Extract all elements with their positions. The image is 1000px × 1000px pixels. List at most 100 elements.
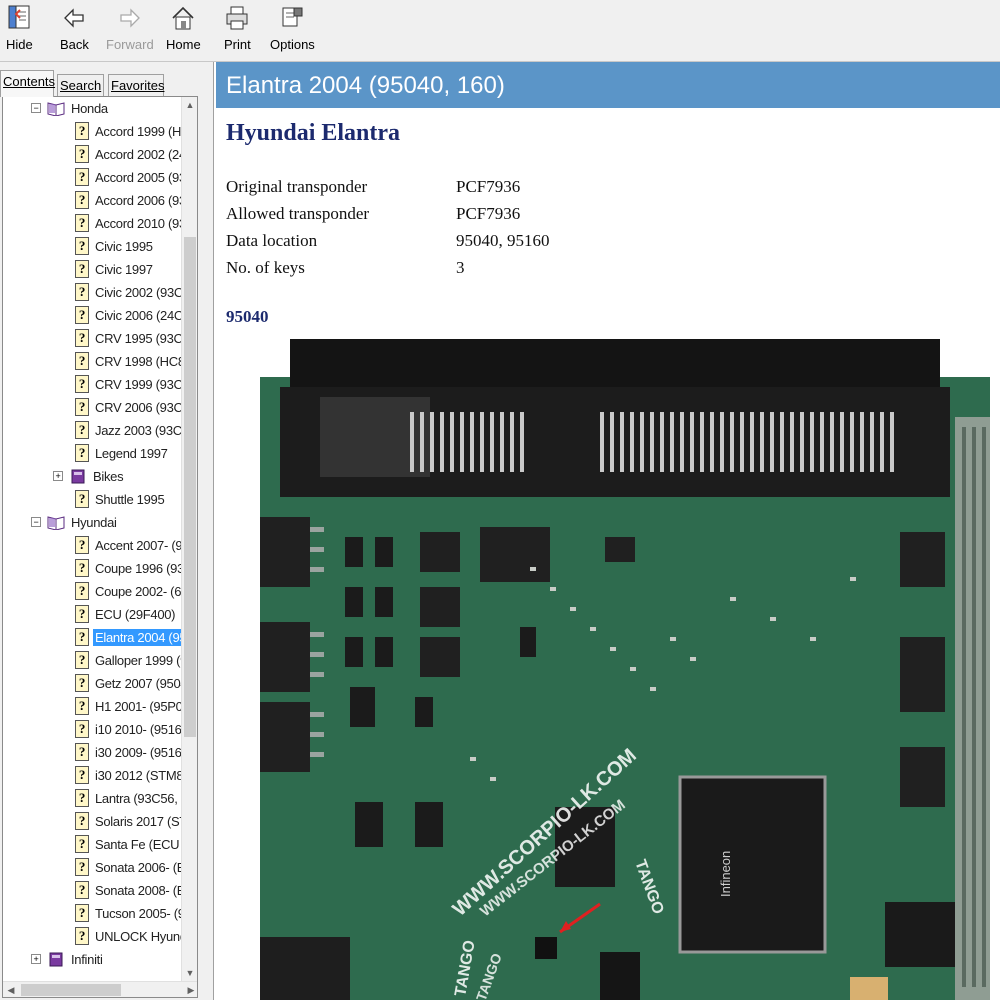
tree-item-label: Getz 2007 (9504 (95, 675, 183, 691)
tree-item[interactable]: ? Civic 1997 (75, 258, 155, 280)
vertical-scrollbar[interactable]: ▲ ▼ (181, 97, 197, 981)
help-page-icon: ? (75, 697, 89, 715)
help-page-icon: ? (75, 444, 89, 462)
help-page-icon: ? (75, 858, 89, 876)
tree-item[interactable]: ? H1 2001- (95P0 (75, 695, 183, 717)
home-button[interactable]: Home (166, 4, 201, 58)
tree-item[interactable]: ? Solaris 2017 (ST (75, 810, 183, 832)
options-button[interactable]: Options (270, 4, 315, 58)
tree-folder[interactable]: − Honda (31, 97, 110, 119)
help-page-icon: ? (75, 191, 89, 209)
help-page-icon: ? (75, 743, 89, 761)
scroll-right-arrow-icon[interactable]: ▶ (183, 982, 197, 997)
tree-item[interactable]: ? i30 2009- (9516 (75, 741, 183, 763)
prop-label-data-location: Data location (226, 231, 318, 250)
tree-item-label: i10 2010- (9516 (95, 721, 182, 737)
tree-item-label: Accord 2010 (93 (95, 215, 183, 231)
horizontal-scrollbar[interactable]: ◀ ▶ (3, 981, 197, 997)
help-page-icon: ? (75, 881, 89, 899)
vertical-scrollbar-thumb[interactable] (184, 237, 196, 737)
collapse-icon[interactable]: − (31, 103, 41, 113)
tree-item[interactable]: ? CRV 1998 (HC8 (75, 350, 183, 372)
tree-folder[interactable]: − Hyundai (31, 511, 119, 533)
scroll-down-arrow-icon[interactable]: ▼ (182, 965, 197, 981)
tree-item-label: Accord 2002 (24 (95, 146, 183, 162)
tree-item-label: Bikes (93, 468, 124, 484)
tree-item[interactable]: ? CRV 1999 (93C4 (75, 373, 183, 395)
topic-header-bar: Elantra 2004 (95040, 160) (216, 62, 1000, 108)
tree-item[interactable]: ? UNLOCK Hyund (75, 925, 183, 947)
tree-item[interactable]: ? Accord 1999 (HC (75, 120, 183, 142)
scroll-up-arrow-icon[interactable]: ▲ (182, 97, 197, 113)
tree-item[interactable]: ? Accord 2005 (93 (75, 166, 183, 188)
tree-folder[interactable]: + Infiniti (31, 948, 105, 970)
back-label: Back (60, 37, 89, 52)
tree-item-label: ECU (29F400) (95, 606, 176, 622)
tree-item[interactable]: ? Coupe 1996 (93 (75, 557, 183, 579)
scroll-left-arrow-icon[interactable]: ◀ (3, 982, 19, 997)
help-page-icon: ? (75, 536, 89, 554)
tree-item[interactable]: ? Accord 2010 (93 (75, 212, 183, 234)
tab-search[interactable]: Search (57, 74, 104, 96)
tree-item[interactable]: ? CRV 1995 (93C4 (75, 327, 183, 349)
back-arrow-icon (64, 8, 85, 28)
tree-item[interactable]: ? Getz 2007 (9504 (75, 672, 183, 694)
hide-button[interactable]: Hide (6, 4, 33, 58)
collapse-icon[interactable]: − (31, 517, 41, 527)
tree-item-label: i30 2012 (STM8 (95, 767, 183, 783)
tree-item-label: Civic 1997 (95, 261, 153, 277)
contents-tree-panel: − Honda? Accord 1999 (HC? Accord 2002 (24? A… (2, 96, 198, 998)
horizontal-scrollbar-thumb[interactable] (21, 984, 121, 996)
prop-value-allowed: PCF7936 (456, 204, 521, 223)
tree-item-label: Coupe 1996 (93 (95, 560, 183, 576)
help-page-icon: ? (75, 766, 89, 784)
tree-item-label: Galloper 1999 (9 (95, 652, 183, 668)
forward-label: Forward (106, 37, 154, 52)
print-button[interactable]: Print (224, 4, 251, 58)
toolbar: Hide Back Forward Home Print Options (0, 0, 1000, 62)
expand-icon[interactable]: + (31, 954, 41, 964)
tree-item-label: Lantra (93C56, 6 (95, 790, 183, 806)
tree-item[interactable]: ? Lantra (93C56, 6 (75, 787, 183, 809)
tab-favorites[interactable]: Favorites (108, 74, 164, 96)
tree-item[interactable]: ? Civic 1995 (75, 235, 155, 257)
tree-item[interactable]: ? Tucson 2005- (9 (75, 902, 183, 924)
tree-item[interactable]: ? Accord 2002 (24 (75, 143, 183, 165)
forward-button[interactable]: Forward (106, 4, 154, 58)
tree-item[interactable]: ? Coupe 2002- (68 (75, 580, 183, 602)
tree-item[interactable]: ? Civic 2006 (24C0 (75, 304, 183, 326)
help-page-icon: ? (75, 835, 89, 853)
tree-item[interactable]: ? Sonata 2008- (E (75, 879, 183, 901)
tree-item[interactable]: ? Legend 1997 (75, 442, 170, 464)
print-label: Print (224, 37, 251, 52)
tree-item[interactable]: ? Elantra 2004 (95 (75, 626, 183, 648)
tree-item[interactable]: ? Accord 2006 (93 (75, 189, 183, 211)
options-label: Options (270, 37, 315, 52)
tree-item-label: Civic 1995 (95, 238, 153, 254)
help-page-icon: ? (75, 812, 89, 830)
tree-item[interactable]: ? i10 2010- (9516 (75, 718, 183, 740)
chip-brand-label: Infineon (718, 851, 733, 897)
tree-folder[interactable]: + Bikes (53, 465, 125, 487)
tree-item[interactable]: ? Sonata 2006- (E (75, 856, 183, 878)
tree-item-label: Tucson 2005- (9 (95, 905, 183, 921)
tree-item[interactable]: ? Santa Fe (ECU S (75, 833, 183, 855)
prop-value-data-location: 95040, 95160 (456, 231, 550, 250)
tree-item[interactable]: ? Civic 2002 (93C4 (75, 281, 183, 303)
tree-item[interactable]: ? Accent 2007- (9 (75, 534, 183, 556)
closed-book-icon (71, 469, 85, 484)
tree-item[interactable]: ? CRV 2006 (93C9 (75, 396, 183, 418)
tree-item[interactable]: ? Shuttle 1995 (75, 488, 166, 510)
tree-item-label: Accord 1999 (HC (95, 123, 183, 139)
nav-tabs: Contents Search Favorites (0, 70, 214, 97)
tree-item[interactable]: ? Jazz 2003 (93C4 (75, 419, 183, 441)
tree-item[interactable]: ? i30 2012 (STM8 (75, 764, 183, 786)
expand-icon[interactable]: + (53, 471, 63, 481)
back-button[interactable]: Back (60, 4, 89, 58)
tree-item[interactable]: ? ECU (29F400) (75, 603, 177, 625)
printer-icon (226, 6, 248, 30)
tree-item-label: CRV 1995 (93C4 (95, 330, 183, 346)
prop-label-allowed: Allowed transponder (226, 204, 370, 223)
tab-contents[interactable]: Contents (0, 70, 55, 97)
tree-item[interactable]: ? Galloper 1999 (9 (75, 649, 183, 671)
